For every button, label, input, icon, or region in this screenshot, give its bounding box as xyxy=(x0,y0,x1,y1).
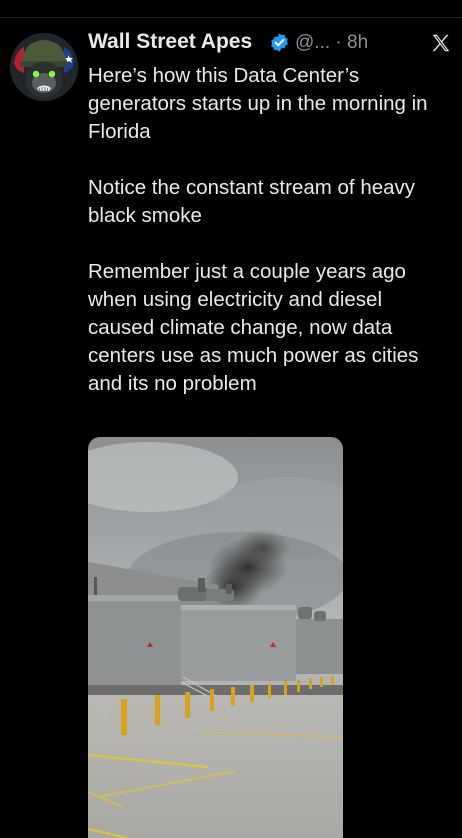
tweet-header: Wall Street Apes @... · 8h xyxy=(88,30,448,60)
tweet-video[interactable] xyxy=(88,437,343,838)
tweet-paragraph-1: Here’s how this Data Center’s generators… xyxy=(88,64,428,143)
tweet-paragraph-2: Notice the constant stream of heavy blac… xyxy=(88,176,416,227)
top-divider xyxy=(0,17,462,18)
tweet-text: Here’s how this Data Center’s generators… xyxy=(88,62,450,398)
handle-and-time[interactable]: @... · 8h xyxy=(295,32,368,54)
tweet-paragraph-3: Remember just a couple years ago when us… xyxy=(88,260,419,395)
ape-helmet-avatar-icon xyxy=(10,33,78,101)
author-avatar[interactable] xyxy=(10,33,78,101)
video-frame-generators xyxy=(88,437,343,838)
author-name[interactable]: Wall Street Apes xyxy=(88,30,252,54)
verified-badge-icon xyxy=(271,33,288,52)
x-logo-icon[interactable] xyxy=(430,32,452,54)
